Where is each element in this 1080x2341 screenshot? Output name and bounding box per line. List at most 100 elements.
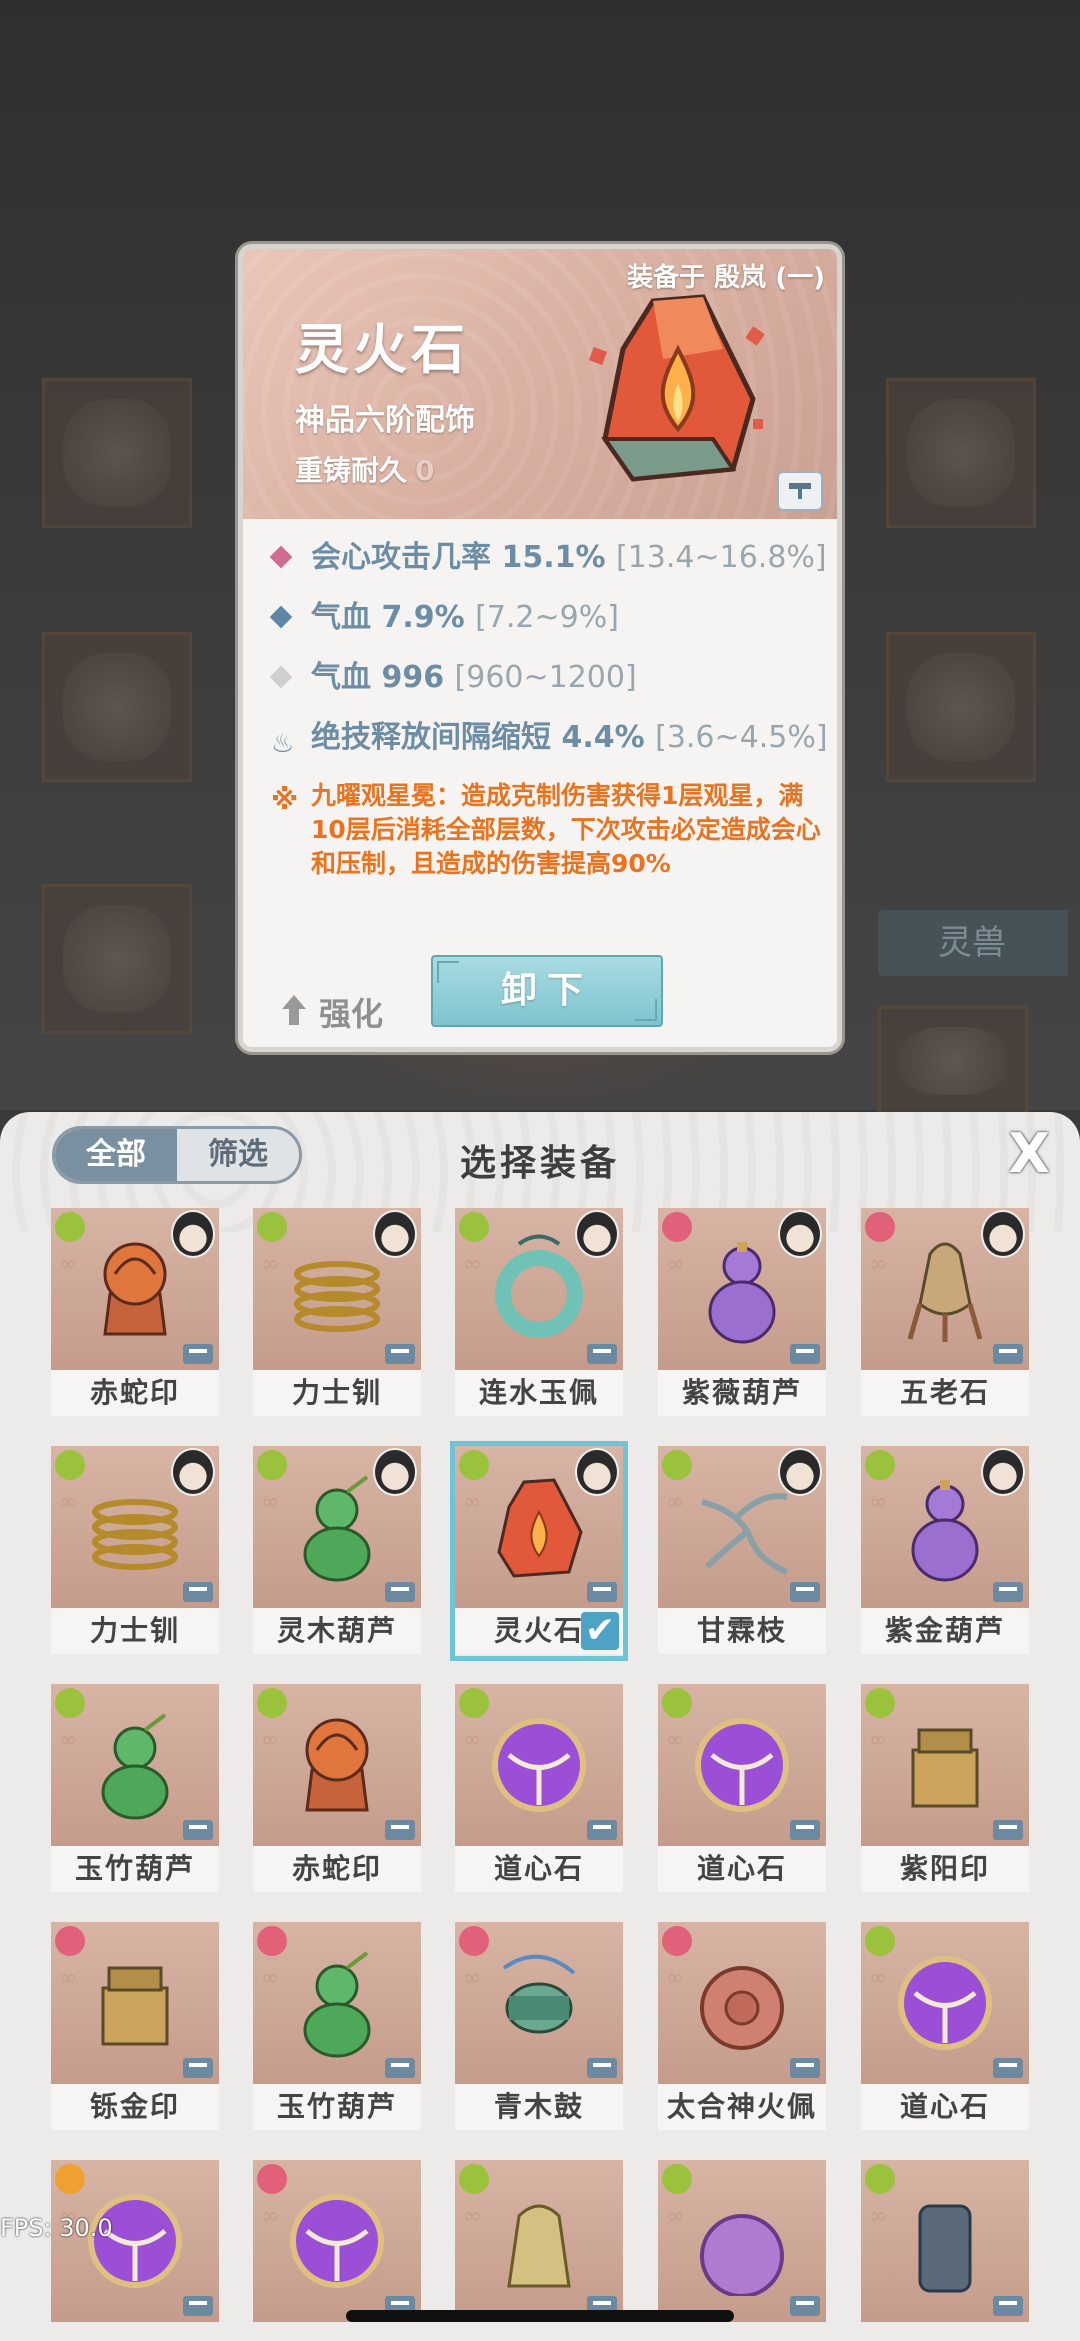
lock-icon bbox=[587, 1820, 617, 1840]
equip-slot[interactable] bbox=[42, 378, 192, 528]
equipment-card[interactable]: ∞ 铄金印 bbox=[51, 1922, 219, 2132]
lock-icon bbox=[385, 2058, 415, 2078]
stat-label: 会心攻击几率 15.1% bbox=[311, 540, 606, 575]
equipment-thumb: ∞ bbox=[658, 1684, 826, 1846]
green-gourd-image bbox=[303, 1951, 371, 2058]
stats-list: 会心攻击几率 15.1% [13.4~16.8%] 气血 7.9% [7.2~9… bbox=[269, 539, 829, 881]
grade-icon bbox=[55, 1926, 85, 1956]
orange-seal-image bbox=[103, 1242, 167, 1336]
grade-icon bbox=[257, 1926, 287, 1956]
equipment-name: 玉竹葫芦 bbox=[51, 1846, 219, 1892]
fire-stone-image bbox=[497, 1478, 583, 1578]
equip-slot[interactable] bbox=[886, 378, 1036, 528]
purple-orb-image bbox=[695, 1718, 789, 1812]
equipment-card[interactable]: ∞ 灵木葫芦 bbox=[253, 1446, 421, 1656]
gold-coil-image bbox=[92, 1499, 178, 1570]
equipment-card[interactable]: ∞ 青木鼓 bbox=[455, 1922, 623, 2132]
equipment-thumb: ∞ bbox=[253, 1922, 421, 2084]
cloud-icon: ∞ bbox=[666, 2204, 685, 2229]
equipment-thumb: ∞ bbox=[455, 1446, 623, 1608]
equipment-card[interactable]: ∞ 道心石 bbox=[455, 1684, 623, 1894]
equipment-card[interactable]: ∞ 紫薇葫芦 bbox=[658, 1208, 826, 1418]
lock-icon bbox=[385, 1582, 415, 1602]
fps-counter: FPS: 30.0 bbox=[0, 2214, 113, 2242]
equipment-name: 力士钏 bbox=[51, 1608, 219, 1654]
lock-icon bbox=[587, 1582, 617, 1602]
equip-slot[interactable] bbox=[42, 884, 192, 1034]
equipment-card[interactable]: ∞ bbox=[861, 2160, 1029, 2341]
check-icon: ✔ bbox=[581, 1612, 619, 1650]
equipment-card[interactable]: ∞ 赤蛇印 bbox=[51, 1208, 219, 1418]
equipment-card[interactable]: ∞ 玉竹葫芦 bbox=[253, 1922, 421, 2132]
equipment-card[interactable]: ∞ 玉竹葫芦 bbox=[51, 1684, 219, 1894]
equipment-thumb: ∞ bbox=[253, 1446, 421, 1608]
stat-range: [7.2~9%] bbox=[475, 600, 619, 635]
equipment-card[interactable]: ∞ 紫阳印 bbox=[861, 1684, 1029, 1894]
up-arrow-icon bbox=[279, 995, 309, 1029]
equipment-card[interactable]: ∞ 赤蛇印 bbox=[253, 1684, 421, 1894]
equip-slot[interactable] bbox=[42, 632, 192, 782]
equipment-card[interactable]: ∞ 灵火石 ✔ bbox=[450, 1441, 628, 1661]
cloud-icon: ∞ bbox=[869, 1490, 888, 1515]
cloud-icon: ∞ bbox=[261, 1490, 280, 1515]
grade-icon bbox=[662, 2164, 692, 2194]
equipment-card[interactable]: ∞ 甘霖枝 bbox=[658, 1446, 826, 1656]
cloud-icon: ∞ bbox=[261, 1728, 280, 1753]
stat-row: ♨ 绝技释放间隔缩短 4.4% [3.6~4.5%] bbox=[269, 719, 829, 759]
lock-icon bbox=[183, 2296, 213, 2316]
equip-slot[interactable] bbox=[886, 632, 1036, 782]
cloud-icon: ∞ bbox=[261, 1252, 280, 1277]
grade-icon bbox=[257, 1212, 287, 1242]
durability-value: 0 bbox=[415, 454, 435, 487]
home-indicator[interactable] bbox=[346, 2310, 734, 2322]
lock-icon bbox=[587, 1344, 617, 1364]
equipment-thumb: ∞ bbox=[455, 1922, 623, 2084]
purple-pendant-image bbox=[700, 2214, 784, 2296]
equipment-thumb: ∞ bbox=[51, 1208, 219, 1370]
equipment-thumb: ∞ bbox=[861, 2160, 1029, 2322]
grade-icon bbox=[865, 1688, 895, 1718]
side-tab-spirit-beast[interactable]: 灵兽 bbox=[878, 910, 1068, 976]
cloud-icon: ∞ bbox=[59, 1490, 78, 1515]
equipment-card[interactable]: ∞ 力士钏 bbox=[51, 1446, 219, 1656]
stat-range: [3.6~4.5%] bbox=[655, 720, 828, 755]
cloud-icon: ∞ bbox=[666, 1490, 685, 1515]
upgrade-button[interactable]: 强化 bbox=[279, 989, 383, 1035]
box-seal-image bbox=[101, 1966, 169, 2046]
purple-gourd-image bbox=[708, 1242, 776, 1344]
equipment-thumb: ∞ bbox=[455, 2160, 623, 2322]
equipment-card[interactable]: ∞ 连水玉佩 bbox=[455, 1208, 623, 1418]
equipment-card[interactable]: ∞ 紫金葫芦 bbox=[861, 1446, 1029, 1656]
grade-icon bbox=[865, 2164, 895, 2194]
equipment-name: 铄金印 bbox=[51, 2084, 219, 2130]
equipment-card[interactable]: ∞ 道心石 bbox=[658, 1684, 826, 1894]
grade-icon bbox=[459, 1212, 489, 1242]
equip-slot[interactable] bbox=[878, 1006, 1028, 1116]
stat-range: [13.4~16.8%] bbox=[615, 540, 827, 575]
equipment-select-sheet: 全部 筛选 选择装备 X ∞ 赤蛇印 ∞ 力士钏 ∞ 连水玉佩 ∞ 紫薇葫芦 ∞ 五老石 ∞ 力士钏 ∞… bbox=[0, 1112, 1080, 2341]
cloud-icon: ∞ bbox=[869, 1966, 888, 1991]
lock-icon[interactable] bbox=[777, 471, 823, 511]
lock-icon bbox=[790, 2296, 820, 2316]
equipment-card[interactable]: ∞ 五老石 bbox=[861, 1208, 1029, 1418]
equipment-name: 五老石 bbox=[861, 1370, 1029, 1416]
yellow-stone-image bbox=[907, 1242, 983, 1342]
unequip-button[interactable]: 卸下 bbox=[431, 955, 663, 1027]
equipment-thumb: ∞ bbox=[253, 2160, 421, 2322]
item-detail-card: 装备于 殷岚 (一) 灵火石 神品六阶配饰 重铸耐久 0 会心攻击几率 15.1%… bbox=[238, 244, 842, 1052]
lock-icon bbox=[385, 1344, 415, 1364]
close-icon[interactable]: X bbox=[1008, 1126, 1050, 1182]
equipment-card[interactable]: ∞ 太合神火佩 bbox=[658, 1922, 826, 2132]
lock-icon bbox=[385, 1820, 415, 1840]
equipment-card[interactable]: ∞ 道心石 bbox=[861, 1922, 1029, 2132]
drum-image bbox=[502, 1954, 576, 2034]
equipment-card[interactable]: ∞ bbox=[51, 2160, 219, 2341]
grade-icon bbox=[55, 1450, 85, 1480]
grade-icon bbox=[865, 1926, 895, 1956]
green-gourd-image bbox=[101, 1713, 169, 1820]
cloud-icon: ∞ bbox=[261, 1966, 280, 1991]
fire-stone-image bbox=[589, 294, 765, 482]
flame-icon: ♨ bbox=[271, 729, 295, 759]
card-header: 装备于 殷岚 (一) 灵火石 神品六阶配饰 重铸耐久 0 bbox=[243, 249, 837, 519]
equipment-card[interactable]: ∞ 力士钏 bbox=[253, 1208, 421, 1418]
